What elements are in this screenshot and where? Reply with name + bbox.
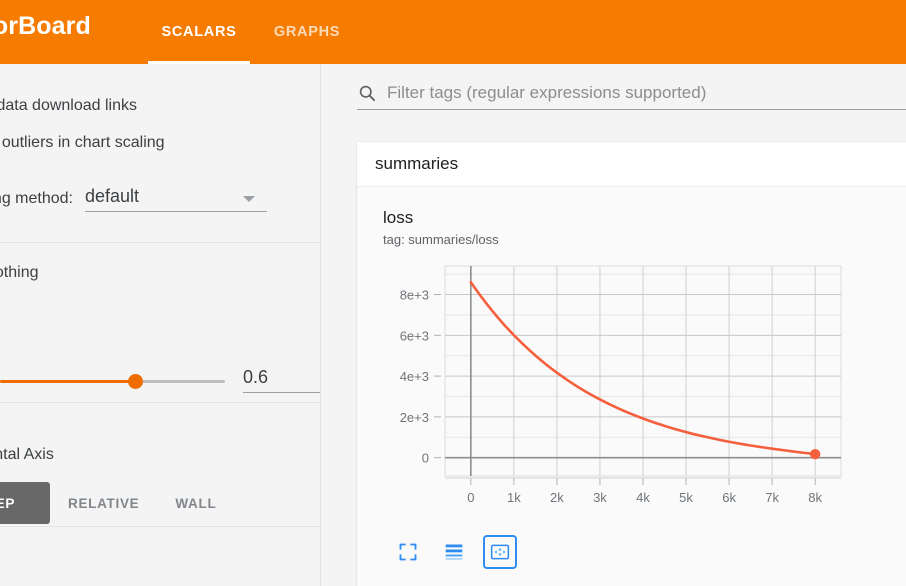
tag-filter-input[interactable]: Filter tags (regular expressions support…	[357, 83, 906, 110]
chart-y-tick-labels: 0 2e+3 4e+3 6e+3 8e+3	[400, 288, 441, 466]
smoothing-value-field[interactable]: 0.6	[243, 367, 320, 393]
horizontal-axis-option-step[interactable]: STEP	[0, 482, 50, 524]
svg-text:1k: 1k	[507, 490, 521, 505]
card-header[interactable]: summaries	[357, 142, 906, 187]
chart-series-end-marker	[809, 448, 821, 460]
sidebar-divider	[0, 242, 320, 243]
svg-text:3k: 3k	[593, 490, 607, 505]
search-icon	[359, 85, 375, 102]
horizontal-axis-option-relative[interactable]: RELATIVE	[50, 482, 157, 524]
chart-tag-label: tag: summaries/loss	[383, 232, 499, 247]
app-brand-title: TensorBoard	[0, 12, 91, 40]
smoothing-slider-thumb[interactable]	[127, 374, 143, 389]
svg-text:8k: 8k	[808, 490, 822, 505]
chart-x-tick-marks	[445, 477, 841, 485]
chart-action-bar	[393, 535, 517, 569]
svg-text:5k: 5k	[679, 490, 693, 505]
horizontal-axis-option-wall[interactable]: WALL	[157, 482, 234, 524]
smoothing-value: 0.6	[243, 367, 269, 387]
svg-text:2e+3: 2e+3	[400, 410, 429, 425]
chart-x-tick-labels: 0 1k 2k 3k 4k 5k 6k 7k 8k	[467, 490, 822, 505]
tooltip-sorting-method-group: Tooltip sorting method: default	[0, 186, 267, 212]
svg-text:7k: 7k	[765, 490, 779, 505]
smoothing-slider[interactable]	[0, 374, 225, 389]
settings-sidebar: Show data download links Ignore outliers…	[0, 64, 321, 586]
tooltip-sorting-method-label: Tooltip sorting method:	[0, 190, 73, 207]
tag-filter-placeholder: Filter tags (regular expressions support…	[387, 83, 707, 102]
main-content: Filter tags (regular expressions support…	[321, 64, 906, 586]
sidebar-divider	[0, 402, 320, 403]
horizontal-axis-button-group: STEP RELATIVE WALL	[0, 482, 234, 524]
tab-graphs[interactable]: GRAPHS	[266, 0, 348, 64]
svg-text:0: 0	[422, 451, 429, 466]
app-header: TensorBoard SCALARS GRAPHS	[0, 0, 906, 64]
tooltip-sorting-method-select[interactable]: default	[84, 186, 267, 212]
chart-title: loss	[383, 208, 414, 227]
svg-text:8e+3: 8e+3	[400, 288, 429, 303]
tab-scalars[interactable]: SCALARS	[148, 0, 250, 64]
svg-text:4k: 4k	[636, 490, 650, 505]
horizontal-axis-label: Horizontal Axis	[0, 446, 54, 463]
smoothing-slider-fill	[0, 380, 135, 383]
show-data-download-links-label[interactable]: Show data download links	[0, 97, 137, 115]
chevron-down-icon	[242, 196, 255, 202]
svg-text:6e+3: 6e+3	[400, 328, 429, 343]
scalar-card: summaries loss tag: summaries/loss 0 2e+3…	[357, 142, 906, 586]
tooltip-sorting-method-value: default	[84, 186, 140, 206]
svg-text:0: 0	[467, 490, 474, 505]
ignore-outliers-label[interactable]: Ignore outliers in chart scaling	[0, 134, 165, 152]
smoothing-label: Smoothing	[0, 264, 39, 281]
data-series-icon[interactable]	[439, 537, 469, 567]
expand-chart-icon[interactable]	[393, 537, 423, 567]
sidebar-divider	[0, 526, 320, 527]
svg-text:2k: 2k	[550, 490, 564, 505]
loss-line-chart[interactable]: 0 2e+3 4e+3 6e+3 8e+3 0 1k 2k 3k 4k 5k 6k 7k 8k	[383, 258, 853, 518]
card-header-title: summaries	[375, 154, 459, 173]
chart-major-gridlines	[445, 266, 841, 476]
svg-text:4e+3: 4e+3	[400, 369, 429, 384]
svg-text:6k: 6k	[722, 490, 736, 505]
fit-domain-icon[interactable]	[483, 535, 517, 569]
